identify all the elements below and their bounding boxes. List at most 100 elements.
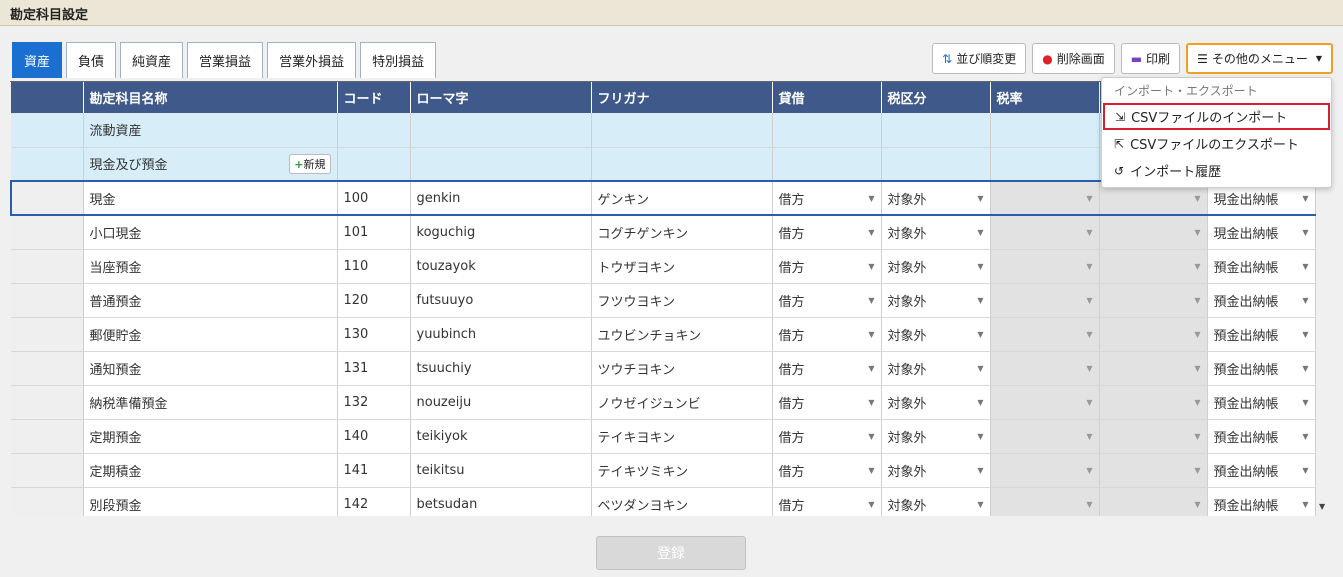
tab-extraordinary-pl[interactable]: 特別損益 xyxy=(360,42,437,78)
tax-category-select[interactable]: 対象外 ▼ xyxy=(881,180,991,216)
table-row[interactable]: 普通預金 120 futsuuyo フツウヨキン 借方 ▼ 対象外 ▼ ▼ ▼ 預金出納帳 ▼ xyxy=(11,283,1316,318)
ledger-select[interactable]: 預金出納帳 ▼ xyxy=(1207,385,1316,420)
account-name-cell[interactable]: 定期預金 xyxy=(83,419,338,454)
taishaku-select[interactable]: 借方 ▼ xyxy=(772,419,882,454)
sort-order-button[interactable]: ⇅ 並び順変更 xyxy=(932,43,1027,74)
taishaku-select[interactable]: 借方 ▼ xyxy=(772,385,882,420)
romaji-cell[interactable]: genkin xyxy=(410,180,592,216)
ledger-select[interactable]: 預金出納帳 ▼ xyxy=(1207,317,1316,352)
table-row[interactable]: 納税準備預金 132 nouzeiju ノウゼイジュンビ 借方 ▼ 対象外 ▼ ▼ ▼ 預金出納帳 ▼ xyxy=(11,385,1316,420)
furigana-cell[interactable]: ノウゼイジュンビ xyxy=(591,385,773,420)
tab-assets[interactable]: 資産 xyxy=(12,42,63,78)
ledger-select[interactable]: 預金出納帳 ▼ xyxy=(1207,419,1316,454)
taishaku-select[interactable]: 借方 ▼ xyxy=(772,249,882,284)
account-name-cell[interactable]: 普通預金 xyxy=(83,283,338,318)
furigana-cell[interactable]: コグチゲンキン xyxy=(591,215,773,250)
tab-liabilities[interactable]: 負債 xyxy=(66,42,117,78)
tax-category-select[interactable]: 対象外 ▼ xyxy=(881,351,991,386)
code-cell[interactable]: 110 xyxy=(337,249,411,284)
code-cell[interactable]: 130 xyxy=(337,317,411,352)
row-index-cell[interactable] xyxy=(11,487,84,516)
import-history-item[interactable]: ↺ インポート履歴 xyxy=(1102,157,1331,184)
furigana-cell[interactable]: ユウビンチョキン xyxy=(591,317,773,352)
header-account-name[interactable]: 勘定科目名称 xyxy=(83,82,338,113)
furigana-cell[interactable]: ゲンキン xyxy=(591,180,773,216)
other-menu-button[interactable]: ☰ その他のメニュー ▼ xyxy=(1186,43,1333,74)
table-row[interactable]: 別段預金 142 betsudan ベツダンヨキン 借方 ▼ 対象外 ▼ ▼ ▼ 預金出納帳 ▼ xyxy=(11,487,1316,516)
table-row[interactable]: 定期預金 140 teikiyok テイキヨキン 借方 ▼ 対象外 ▼ ▼ ▼ 預金出納帳 ▼ xyxy=(11,419,1316,454)
furigana-cell[interactable]: テイキヨキン xyxy=(591,419,773,454)
row-index-cell[interactable] xyxy=(11,351,84,386)
romaji-cell[interactable]: teikitsu xyxy=(410,453,592,488)
account-name-cell[interactable]: 納税準備預金 xyxy=(83,385,338,420)
romaji-cell[interactable]: yuubinch xyxy=(410,317,592,352)
romaji-cell[interactable]: betsudan xyxy=(410,487,592,516)
table-row[interactable]: 定期積金 141 teikitsu テイキツミキン 借方 ▼ 対象外 ▼ ▼ ▼ 預金出納帳 ▼ xyxy=(11,453,1316,488)
row-index-cell[interactable] xyxy=(10,180,84,216)
romaji-cell[interactable]: nouzeiju xyxy=(410,385,592,420)
account-name-cell[interactable]: 小口現金 xyxy=(83,215,338,250)
row-index-cell[interactable] xyxy=(11,249,84,284)
header-tax-category[interactable]: 税区分 xyxy=(881,82,991,113)
taishaku-select[interactable]: 借方 ▼ xyxy=(772,317,882,352)
header-tax-rate[interactable]: 税率 xyxy=(990,82,1100,113)
furigana-cell[interactable]: フツウヨキン xyxy=(591,283,773,318)
taishaku-select[interactable]: 借方 ▼ xyxy=(772,487,882,516)
ledger-select[interactable]: 預金出納帳 ▼ xyxy=(1207,249,1316,284)
row-index-cell[interactable] xyxy=(11,283,84,318)
account-name-cell[interactable]: 定期積金 xyxy=(83,453,338,488)
tax-category-select[interactable]: 対象外 ▼ xyxy=(881,283,991,318)
code-cell[interactable]: 120 xyxy=(337,283,411,318)
ledger-select[interactable]: 預金出納帳 ▼ xyxy=(1207,283,1316,318)
code-cell[interactable]: 140 xyxy=(337,419,411,454)
table-row[interactable]: 小口現金 101 koguchig コグチゲンキン 借方 ▼ 対象外 ▼ ▼ ▼ 現金出納帳 ▼ xyxy=(11,215,1316,250)
register-button[interactable]: 登録 xyxy=(596,536,746,570)
csv-import-item[interactable]: ⇲ CSVファイルのインポート xyxy=(1103,103,1330,130)
code-cell[interactable]: 100 xyxy=(337,180,411,216)
taishaku-select[interactable]: 借方 ▼ xyxy=(772,180,882,216)
furigana-cell[interactable]: トウザヨキン xyxy=(591,249,773,284)
romaji-cell[interactable]: koguchig xyxy=(410,215,592,250)
tab-non-operating-pl[interactable]: 営業外損益 xyxy=(267,42,357,78)
csv-export-item[interactable]: ⇱ CSVファイルのエクスポート xyxy=(1102,130,1331,157)
tab-net-assets[interactable]: 純資産 xyxy=(120,42,184,78)
furigana-cell[interactable]: ツウチヨキン xyxy=(591,351,773,386)
header-code[interactable]: コード xyxy=(337,82,411,113)
account-name-cell[interactable]: 通知預金 xyxy=(83,351,338,386)
code-cell[interactable]: 101 xyxy=(337,215,411,250)
header-romaji[interactable]: ローマ字 xyxy=(410,82,592,113)
account-name-cell[interactable]: 現金 xyxy=(83,180,338,216)
taishaku-select[interactable]: 借方 ▼ xyxy=(772,215,882,250)
row-index-cell[interactable] xyxy=(11,215,84,250)
romaji-cell[interactable]: teikiyok xyxy=(410,419,592,454)
tax-category-select[interactable]: 対象外 ▼ xyxy=(881,487,991,516)
ledger-select[interactable]: 預金出納帳 ▼ xyxy=(1207,453,1316,488)
ledger-select[interactable]: 現金出納帳 ▼ xyxy=(1207,215,1316,250)
print-button[interactable]: ▬ 印刷 xyxy=(1120,43,1181,74)
row-index-cell[interactable] xyxy=(11,453,84,488)
tax-category-select[interactable]: 対象外 ▼ xyxy=(881,385,991,420)
taishaku-select[interactable]: 借方 ▼ xyxy=(772,283,882,318)
ledger-select[interactable]: 預金出納帳 ▼ xyxy=(1207,351,1316,386)
new-account-button[interactable]: +新規 xyxy=(289,153,331,174)
account-name-cell[interactable]: 郵便貯金 xyxy=(83,317,338,352)
romaji-cell[interactable]: touzayok xyxy=(410,249,592,284)
furigana-cell[interactable]: テイキツミキン xyxy=(591,453,773,488)
header-furigana[interactable]: フリガナ xyxy=(591,82,773,113)
tab-operating-pl[interactable]: 営業損益 xyxy=(187,42,264,78)
tax-category-select[interactable]: 対象外 ▼ xyxy=(881,419,991,454)
romaji-cell[interactable]: futsuuyo xyxy=(410,283,592,318)
tax-category-select[interactable]: 対象外 ▼ xyxy=(881,453,991,488)
code-cell[interactable]: 142 xyxy=(337,487,411,516)
account-name-cell[interactable]: 当座預金 xyxy=(83,249,338,284)
taishaku-select[interactable]: 借方 ▼ xyxy=(772,453,882,488)
scroll-down-arrow[interactable]: ▼ xyxy=(1319,502,1325,511)
tax-category-select[interactable]: 対象外 ▼ xyxy=(881,249,991,284)
header-taishaku[interactable]: 貸借 xyxy=(772,82,882,113)
ledger-select[interactable]: 預金出納帳 ▼ xyxy=(1207,487,1316,516)
table-row[interactable]: 当座預金 110 touzayok トウザヨキン 借方 ▼ 対象外 ▼ ▼ ▼ 預金出納帳 ▼ xyxy=(11,249,1316,284)
delete-screen-button[interactable]: ● 削除画面 xyxy=(1032,43,1115,74)
row-index-cell[interactable] xyxy=(11,317,84,352)
code-cell[interactable]: 131 xyxy=(337,351,411,386)
row-index-cell[interactable] xyxy=(11,385,84,420)
